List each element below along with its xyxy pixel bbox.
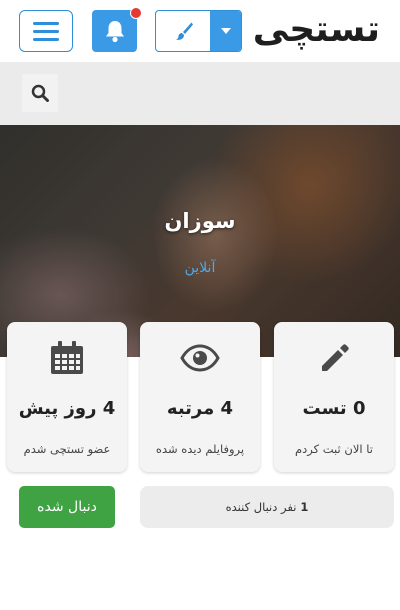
theme-button-main[interactable] [156,11,211,51]
bell-icon [105,21,124,43]
stat-card-membership: 4 روز پیش عضو تستچی شدم [7,322,127,472]
menu-button[interactable] [19,10,73,52]
stat-card-profile-views: 4 مرتبه پروفایلم دیده شده [140,322,260,472]
eye-icon [180,344,220,372]
stat-value: 0 تست [302,398,366,419]
hamburger-icon [33,29,59,33]
online-status: آنلاین [184,260,216,276]
stat-value: 4 مرتبه [166,398,234,419]
followers-number: 1 [300,500,309,514]
stat-label: عضو تستچی شدم [23,442,111,456]
caret-down-icon [220,28,231,34]
profile-name: سوزان [164,209,236,233]
stat-card-tests: 0 تست تا الان ثبت کردم [274,322,394,472]
stat-label: تا الان ثبت کردم [295,442,373,456]
search-bar [0,62,400,125]
theme-dropdown-button[interactable] [155,10,242,52]
paint-brush-icon [175,22,193,40]
followers-text: نفر دنبال کننده [225,500,297,514]
followers-count[interactable]: 1 نفر دنبال کننده [140,486,394,528]
top-header: تستچی [0,0,400,62]
hamburger-icon [33,21,59,25]
site-logo[interactable]: تستچی [248,6,380,54]
notification-badge [130,7,142,19]
hamburger-icon [33,37,59,41]
calendar-icon [51,341,83,374]
stat-value: 4 روز پیش [18,398,116,419]
pencil-icon [322,344,349,371]
search-icon [31,84,49,102]
follow-button[interactable]: دنبال شده [19,486,115,528]
search-button[interactable] [22,74,58,112]
theme-dropdown-toggle[interactable] [210,11,241,51]
stat-label: پروفایلم دیده شده [155,442,245,456]
